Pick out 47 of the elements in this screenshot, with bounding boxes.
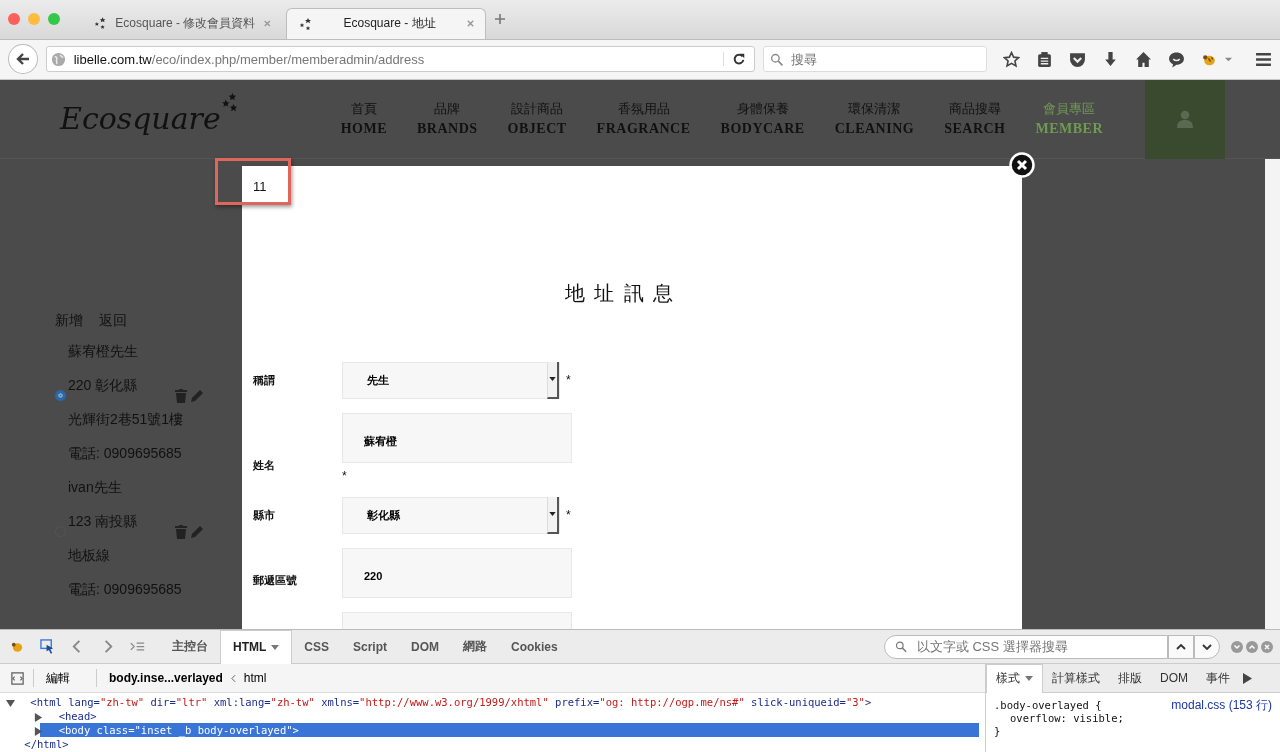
address-line: 電話: 0909695685 bbox=[68, 444, 182, 463]
field-label: 縣市 bbox=[253, 508, 275, 521]
css-declaration: overflow: visible; bbox=[1009, 712, 1125, 726]
html-code-line[interactable]: <head> bbox=[56, 709, 99, 724]
required-mark: * bbox=[566, 373, 571, 388]
required-mark: * bbox=[342, 468, 348, 483]
breadcrumb-link[interactable]: body.inse...verlayed bbox=[109, 671, 223, 686]
address-line: 蘇宥橙先生 bbox=[68, 342, 138, 361]
field-label: 稱謂 bbox=[253, 373, 275, 386]
select-field[interactable]: 先生 bbox=[342, 361, 560, 399]
address-line: ivan先生 bbox=[68, 478, 122, 497]
url-text: libelle.com.tw/eco/index.php/member/memberadmin/address bbox=[73, 51, 426, 67]
devtools-tab[interactable]: 主控台 bbox=[160, 630, 220, 664]
edit-button[interactable]: 編輯 bbox=[46, 669, 70, 687]
browser-tab[interactable]: Ecosquare - 修改會員資料 bbox=[82, 7, 282, 39]
breadcrumb-link[interactable]: html bbox=[243, 671, 267, 686]
panel-tab[interactable]: 排版 bbox=[1109, 664, 1151, 693]
source-link[interactable]: modal.css (153 行) bbox=[1171, 699, 1272, 713]
address-bar[interactable]: libelle.com.tw/eco/index.php/member/memberadmin/address bbox=[45, 46, 756, 73]
panel-tab[interactable]: DOM bbox=[1151, 664, 1197, 693]
devtools-tab[interactable]: Cookies bbox=[499, 630, 570, 664]
select-field[interactable]: 彰化縣 bbox=[342, 496, 560, 534]
modal-title: 地 址 訊 息 bbox=[564, 281, 676, 304]
search-input[interactable]: 搜尋 bbox=[789, 50, 980, 68]
devtools-tab[interactable]: DOM bbox=[399, 630, 452, 664]
panel-tab[interactable]: 計算樣式 bbox=[1043, 664, 1109, 693]
annotation-number: 11 bbox=[253, 178, 267, 194]
address-line: 電話: 0909695685 bbox=[68, 580, 182, 599]
css-selector: .body-overlayed { bbox=[994, 699, 1102, 713]
search-field[interactable]: 以文字或 CSS 選擇器搜尋 bbox=[884, 634, 1168, 659]
devtools-tab[interactable]: HTML bbox=[220, 629, 293, 664]
devtools-tab[interactable]: CSS bbox=[292, 630, 341, 664]
devtools-tab[interactable]: Script bbox=[341, 630, 400, 664]
browser-tab[interactable]: Ecosquare - 地址 bbox=[286, 7, 486, 39]
panel-tab[interactable]: 事件 bbox=[1197, 664, 1239, 693]
search-input[interactable]: 以文字或 CSS 選擇器搜尋 bbox=[914, 638, 1157, 656]
field-label: 郵遞區號 bbox=[253, 573, 297, 586]
field-label: 姓名 bbox=[253, 458, 275, 471]
input-field[interactable]: 蘇宥橙 bbox=[342, 412, 572, 463]
html-code-line[interactable]: <html lang="zh-tw" dir="ltr" xml:lang="zh-tw" xmlns="http://www.w3.org/1999/xhtml" prefix="og: http://ogp.me/ns#" slick-uniqueid="3"> bbox=[28, 695, 874, 710]
css-brace: } bbox=[994, 725, 1002, 739]
search-field[interactable]: 搜尋 bbox=[763, 46, 987, 73]
html-code-line[interactable]: </html> bbox=[22, 737, 71, 752]
input-field[interactable]: 220 bbox=[342, 547, 572, 598]
panel-tab[interactable]: 樣式 bbox=[986, 663, 1043, 693]
required-mark: * bbox=[566, 508, 571, 523]
devtools-tab[interactable]: 網路 bbox=[451, 630, 500, 664]
